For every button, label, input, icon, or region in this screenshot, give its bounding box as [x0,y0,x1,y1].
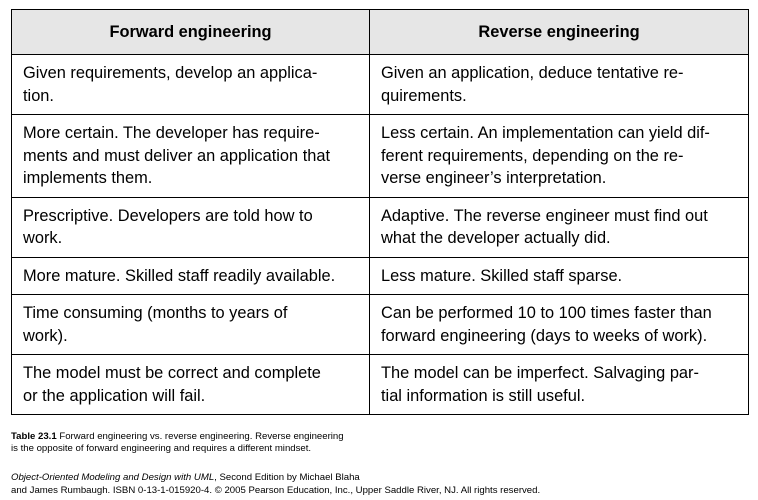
table-cell-forward: More mature. Skilled staff readily avail… [11,256,370,295]
table-row: Given requirements, develop an applica- … [11,54,749,115]
table-cell-forward: Given requirements, develop an applica- … [11,54,370,115]
credit-line1-rest: , Second Edition by Michael Blaha [214,472,360,483]
comparison-table-container: Forward engineering Reverse engineering … [11,9,749,415]
table-caption-number: Table 23.1 [11,431,57,442]
table-cell-reverse: Less mature. Skilled staff sparse. [369,256,749,295]
table-row: The model must be correct and complete o… [11,354,749,415]
table-cell-reverse: Less certain. An implementation can yiel… [369,114,749,198]
table-cell-forward: Time consuming (months to years of work)… [11,294,370,355]
table-cell-forward: Prescriptive. Developers are told how to… [11,196,370,258]
table-cell-reverse: Adaptive. The reverse engineer must find… [369,196,749,258]
header-reverse-engineering: Reverse engineering [369,9,749,55]
comparison-table: Forward engineering Reverse engineering … [11,9,749,415]
table-caption: Table 23.1 Forward engineering vs. rever… [11,431,344,455]
header-forward-engineering: Forward engineering [11,9,370,55]
table-cell-forward: The model must be correct and complete o… [11,354,370,415]
table-caption-text: Forward engineering vs. reverse engineer… [11,431,344,454]
copyright-credit: Object-Oriented Modeling and Design with… [11,472,540,497]
book-title: Object-Oriented Modeling and Design with… [11,472,215,483]
table-row: Time consuming (months to years of work)… [11,294,749,355]
credit-line2: and James Rumbaugh. ISBN 0-13-1-015920-4… [11,484,541,496]
table-row: More certain. The developer has require-… [11,114,749,198]
table-cell-reverse: Given an application, deduce tentative r… [369,54,749,115]
table-cell-reverse: Can be performed 10 to 100 times faster … [369,294,749,355]
table-row: More mature. Skilled staff readily avail… [11,256,749,295]
table-header-row: Forward engineering Reverse engineering [11,9,749,55]
table-cell-reverse: The model can be imperfect. Salvaging pa… [369,354,749,415]
table-row: Prescriptive. Developers are told how to… [11,196,749,258]
table-cell-forward: More certain. The developer has require-… [11,114,370,198]
